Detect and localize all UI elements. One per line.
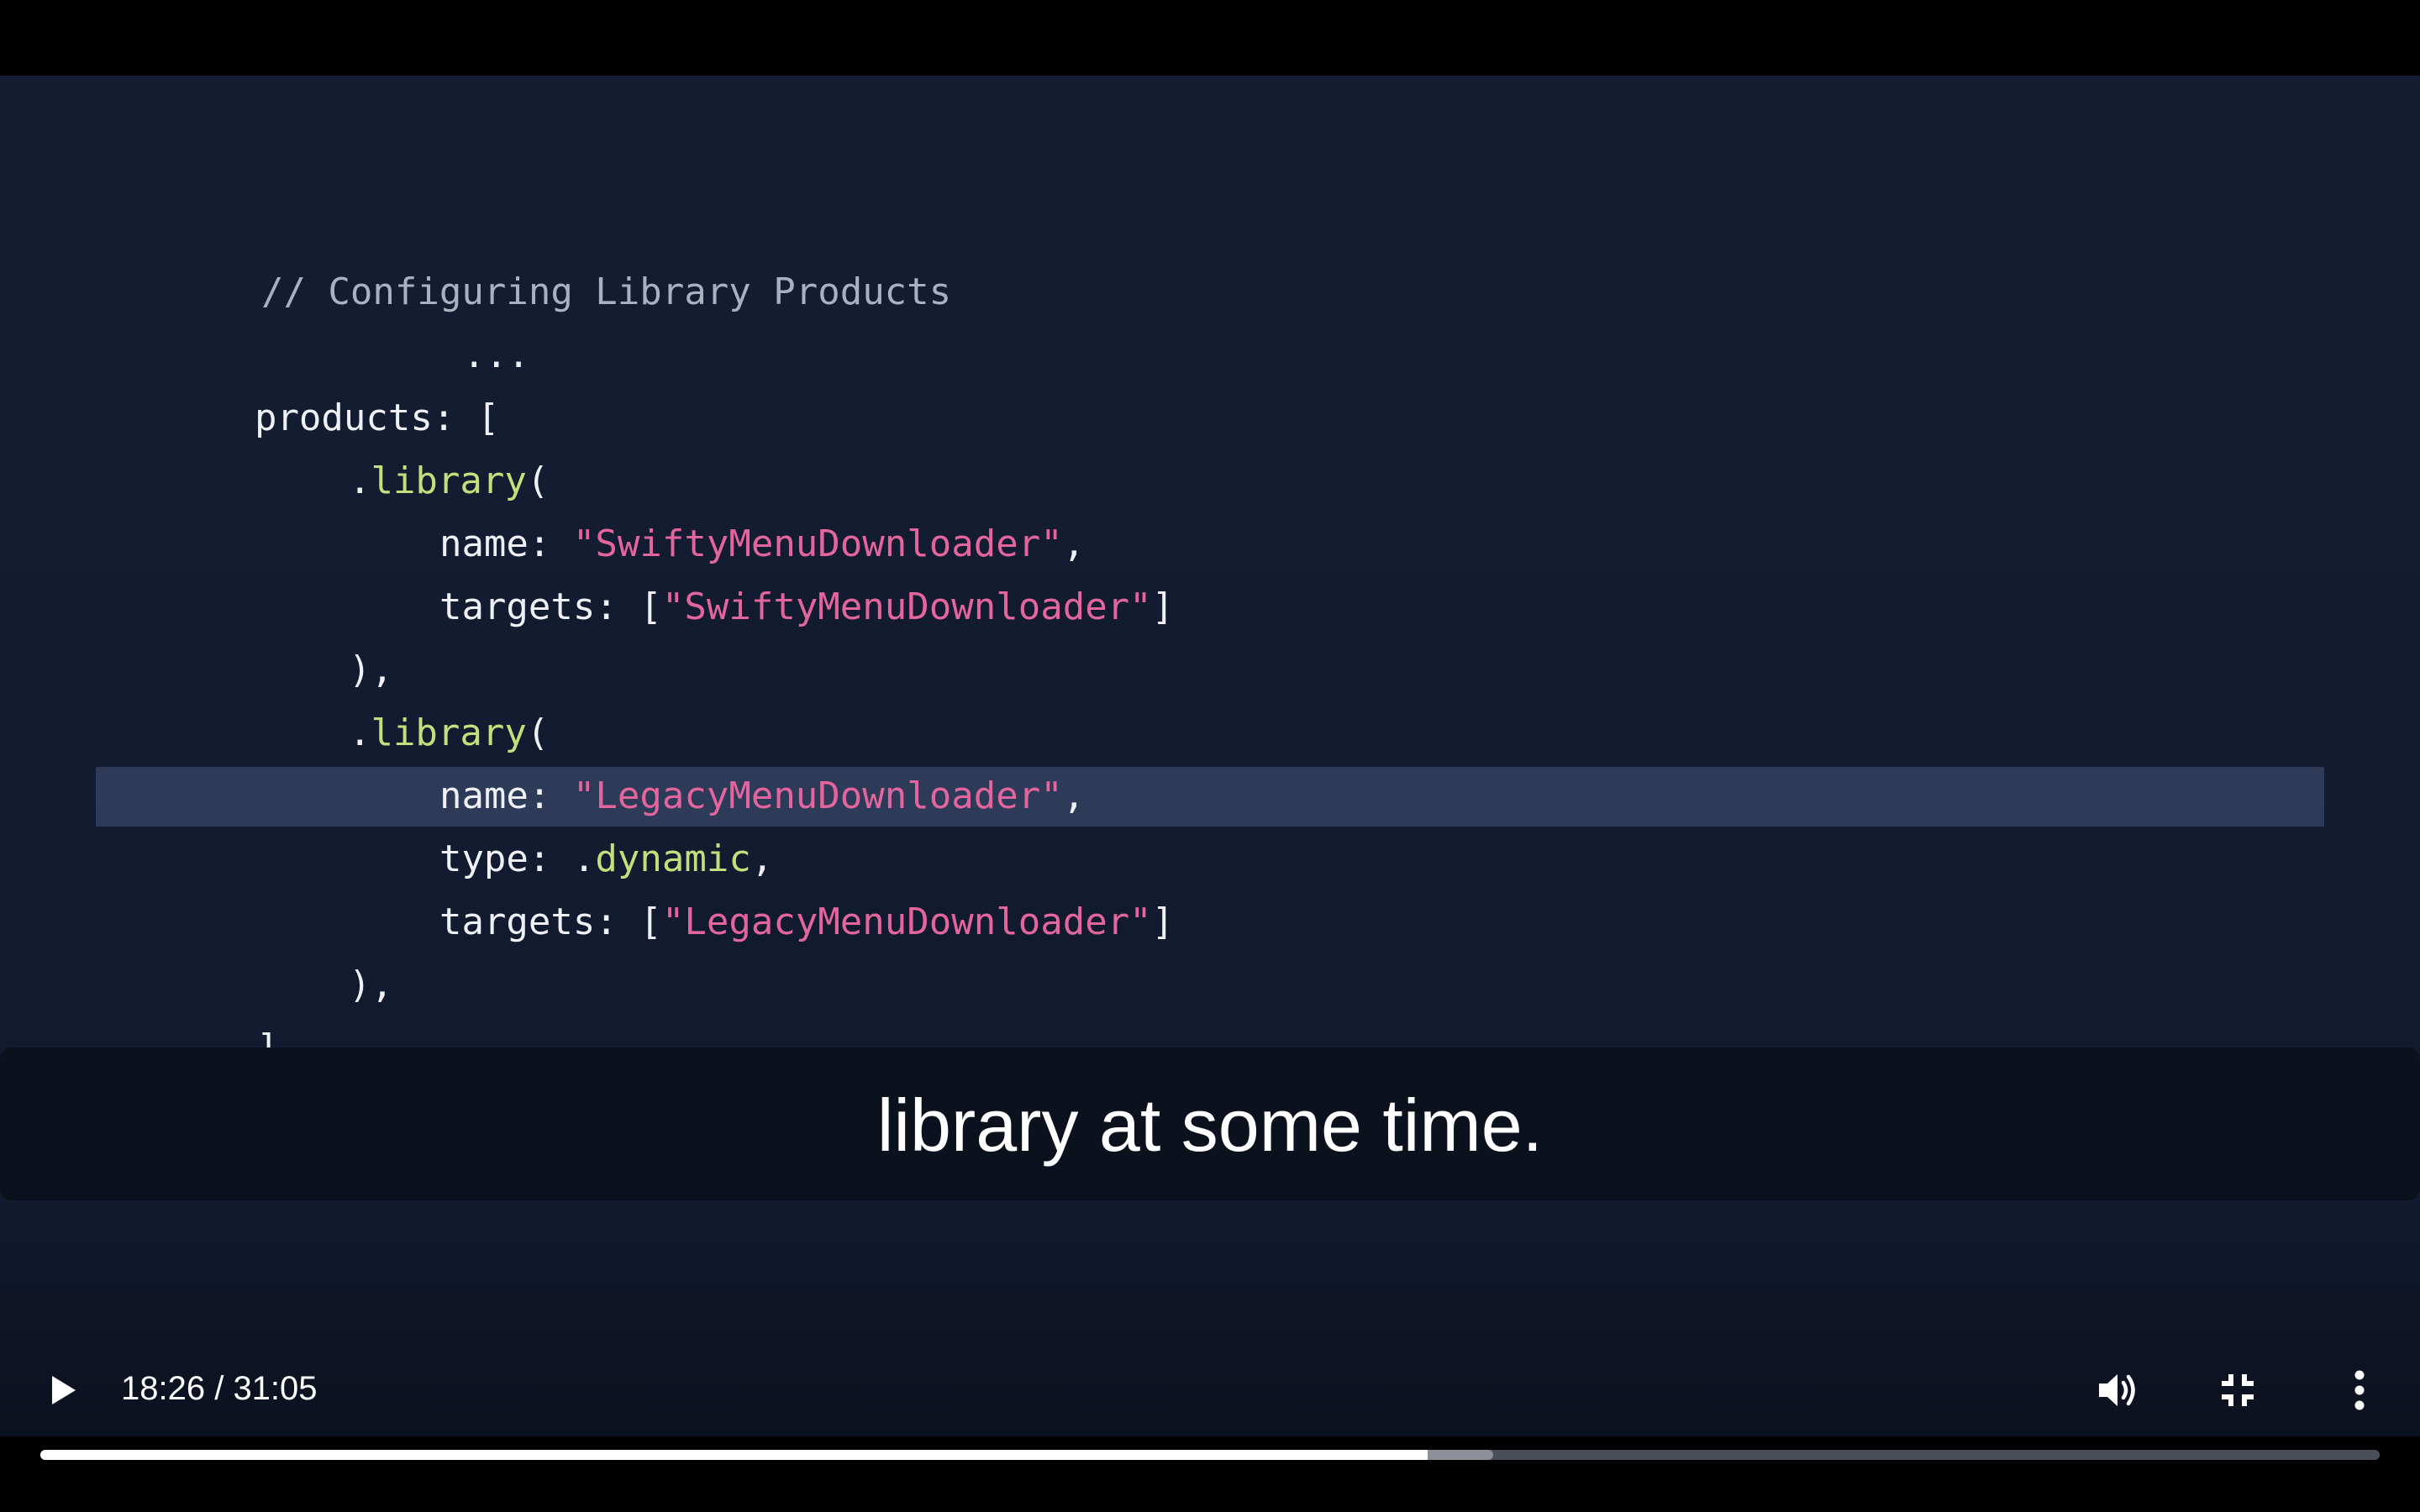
code-line-targets-2: targets: ["LegacyMenuDownloader"] <box>306 827 1174 943</box>
code-line-library-1: .library( <box>215 386 549 502</box>
code-line-name-1: name: "SwiftyMenuDownloader", <box>306 449 1085 565</box>
progress-played <box>40 1450 1428 1460</box>
code-line-close-2: ), <box>215 890 393 1006</box>
code-slide: // Configuring Library Products ... prod… <box>0 76 2420 1201</box>
code-lib1-target: "SwiftyMenuDownloader" <box>661 585 1152 628</box>
exit-fullscreen-icon <box>2222 1374 2254 1406</box>
code-lib2-target: "LegacyMenuDownloader" <box>661 900 1152 943</box>
play-button[interactable] <box>42 1369 84 1411</box>
code-list-close: ] <box>1151 585 1175 628</box>
time-display: 18:26 / 31:05 <box>121 1370 318 1407</box>
caption-text: library at some time. <box>876 1084 1544 1167</box>
code-targets-key: targets: <box>439 585 618 628</box>
video-player[interactable]: // Configuring Library Products ... prod… <box>0 76 2420 1436</box>
code-targets-key: targets: <box>439 900 618 943</box>
code-line-close-1: ), <box>215 575 393 691</box>
code-comma: , <box>1062 774 1086 817</box>
volume-button[interactable] <box>2092 1365 2143 1415</box>
code-line-ellipsis: ... <box>329 260 529 376</box>
code-line-name-2: name: "LegacyMenuDownloader", <box>306 701 1085 817</box>
code-line-comment: // Configuring Library Products <box>128 197 951 313</box>
code-line-products: products: [ <box>121 323 499 439</box>
exit-fullscreen-button[interactable] <box>2217 1369 2259 1411</box>
code-line-type: type: .dynamic, <box>306 764 773 880</box>
code-list-open: [ <box>639 585 662 628</box>
more-options-icon <box>2354 1370 2365 1410</box>
code-close-paren: ), <box>348 963 393 1006</box>
progress-bar[interactable] <box>40 1450 2380 1460</box>
controls-background <box>0 1235 2420 1436</box>
code-line-targets-1: targets: ["SwiftyMenuDownloader"] <box>306 512 1174 628</box>
code-line-close-bracket: ] <box>123 953 279 1069</box>
code-list-close: ] <box>1151 900 1175 943</box>
play-icon <box>52 1376 76 1404</box>
code-list-open: [ <box>639 900 662 943</box>
code-line-library-2: .library( <box>215 638 549 754</box>
more-options-button[interactable] <box>2344 1368 2375 1413</box>
volume-icon <box>2099 1374 2135 1406</box>
